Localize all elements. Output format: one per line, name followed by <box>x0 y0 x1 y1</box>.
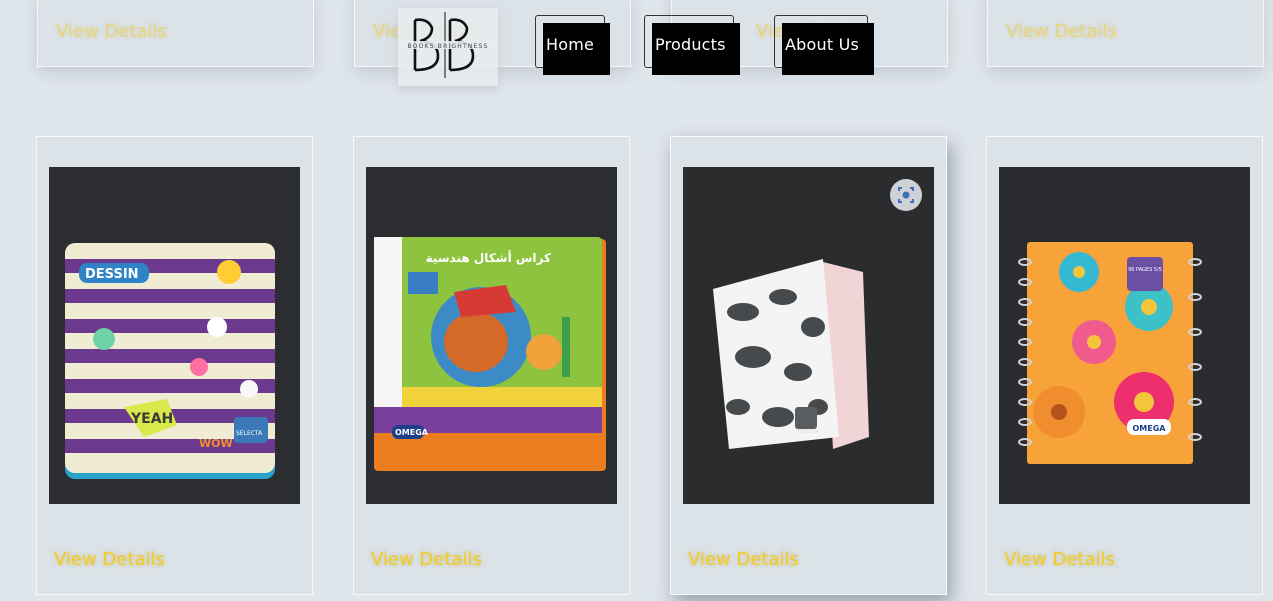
product-image[interactable]: DESSIN YEAH SELECTA WOW <box>49 167 300 504</box>
logo-monogram-icon: BOOKS BRIGHTNESS <box>402 12 494 78</box>
svg-text:96 PAGES 5/5: 96 PAGES 5/5 <box>1128 267 1162 273</box>
svg-text:كراس أشكال هندسية: كراس أشكال هندسية <box>426 250 551 265</box>
product-card: DESSIN YEAH SELECTA WOW View Details <box>36 136 313 595</box>
nav-products-button[interactable]: Products <box>644 15 740 75</box>
svg-text:YEAH: YEAH <box>130 411 173 427</box>
product-image[interactable]: كراس أشكال هندسية OMEGA <box>366 167 617 504</box>
view-details-link[interactable]: View Details <box>688 549 799 570</box>
svg-text:WOW: WOW <box>199 437 233 450</box>
nav-home-button[interactable]: Home <box>535 15 610 75</box>
svg-text:OMEGA: OMEGA <box>1133 424 1167 433</box>
svg-text:SELECTA: SELECTA <box>797 429 819 435</box>
product-image[interactable]: 96 PAGES 5/5 OMEGA <box>999 167 1250 504</box>
lens-search-icon[interactable] <box>890 179 922 211</box>
svg-text:DESSIN: DESSIN <box>85 267 139 282</box>
brand-logo[interactable]: BOOKS BRIGHTNESS <box>398 8 498 86</box>
product-card-prev-1: View Details <box>37 0 314 67</box>
view-details-link[interactable]: View Details <box>1006 21 1117 42</box>
product-card: 96 PAGES 5/5 OMEGA View Details <box>986 136 1263 595</box>
nav-products-label[interactable]: Products <box>652 23 740 75</box>
product-image[interactable]: SELECTA <box>683 167 934 504</box>
svg-text:SELECTA: SELECTA <box>236 430 263 437</box>
nav-about-button[interactable]: About Us <box>774 15 874 75</box>
nav-about-label[interactable]: About Us <box>782 23 874 75</box>
view-details-link[interactable]: View Details <box>56 21 167 42</box>
view-details-link[interactable]: View Details <box>371 549 482 570</box>
logo-tagline: BOOKS BRIGHTNESS <box>407 43 488 50</box>
svg-text:OMEGA: OMEGA <box>395 428 429 437</box>
product-card: SELECTA View Details <box>670 136 947 595</box>
view-details-link[interactable]: View Details <box>54 549 165 570</box>
view-details-link[interactable]: View Details <box>1004 549 1115 570</box>
nav-home-label[interactable]: Home <box>543 23 610 75</box>
product-card: كراس أشكال هندسية OMEGA View Details <box>353 136 630 595</box>
product-card-prev-4: View Details <box>987 0 1264 67</box>
